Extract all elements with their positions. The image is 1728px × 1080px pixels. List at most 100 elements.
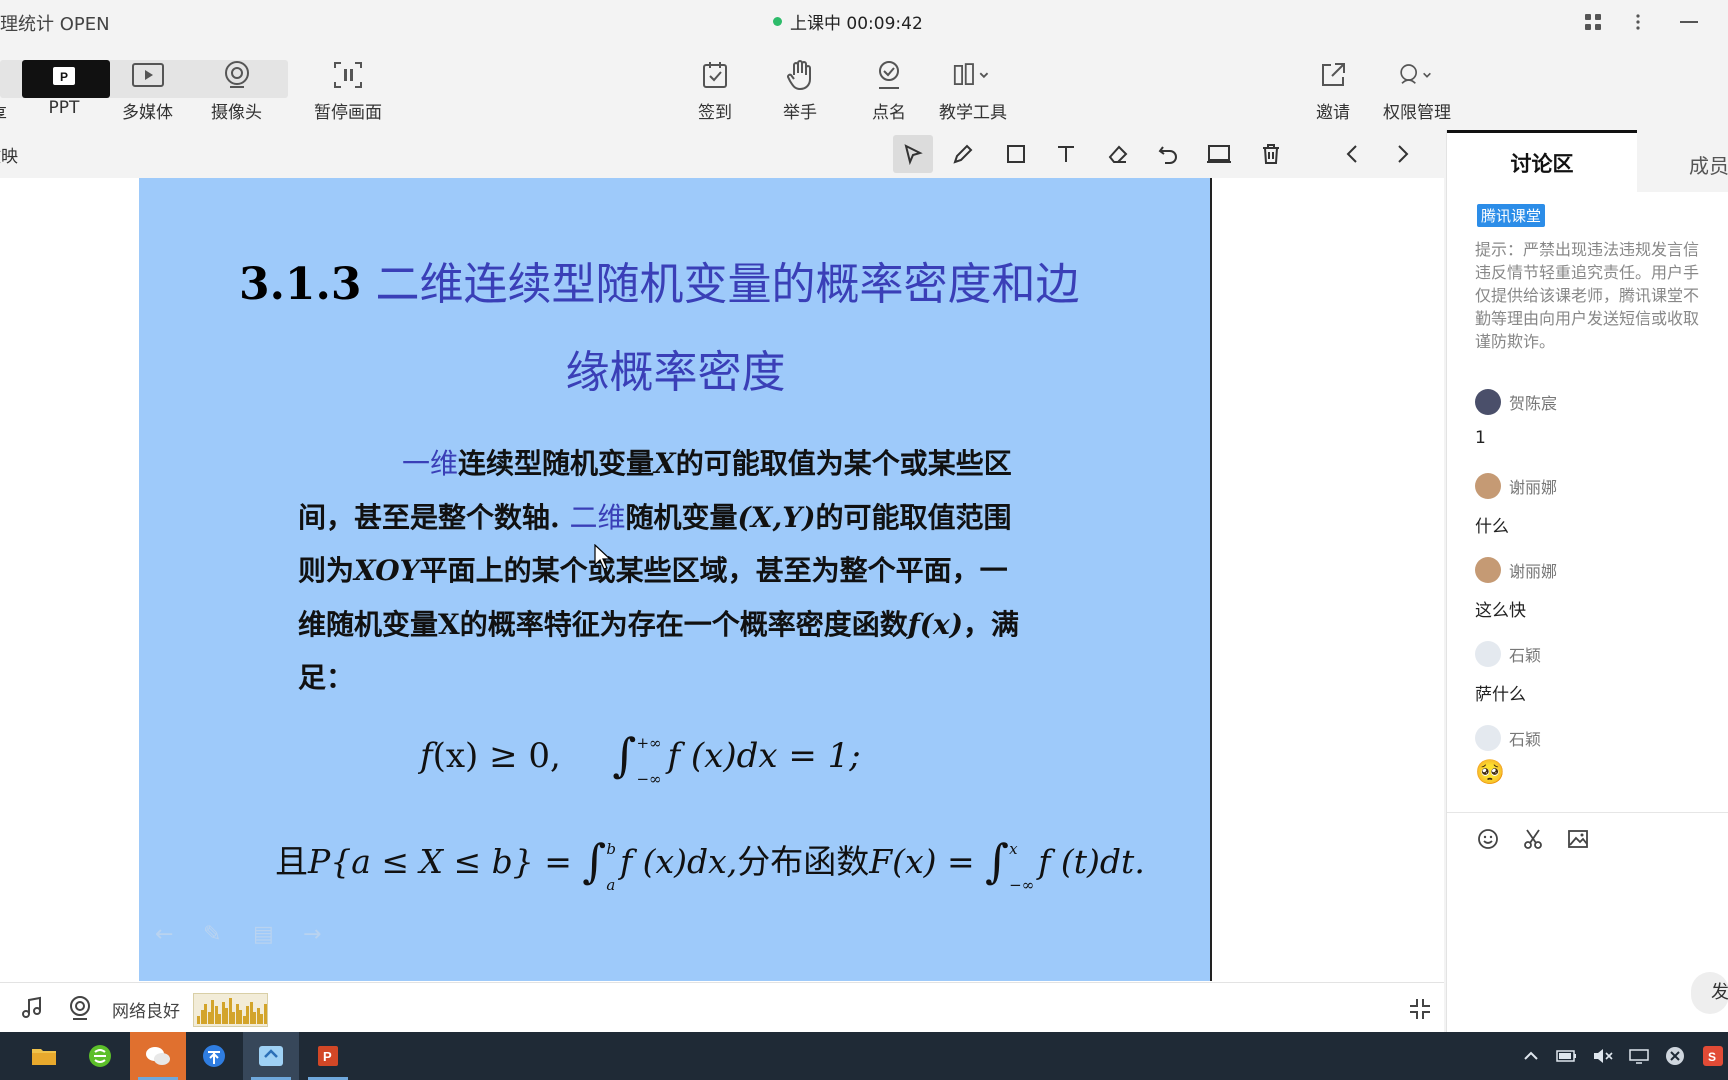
tab-discussion[interactable]: 讨论区 <box>1447 130 1637 192</box>
ppt-tab[interactable]: P PPT <box>44 62 84 118</box>
minimize-icon[interactable] <box>1674 8 1704 36</box>
taskbar: P S <box>0 1032 1728 1080</box>
pen-tool[interactable] <box>943 135 983 173</box>
chat-message: 谢丽娜 什么 <box>1475 472 1557 537</box>
pause-label: 暂停画面 <box>314 103 382 123</box>
title-bar: 数理统计 OPEN 上课中 00:09:42 <box>0 0 1728 44</box>
message-emoji: 🥺 <box>1475 758 1505 786</box>
message-text: 这么快 <box>1475 601 1526 621</box>
webcam-icon[interactable] <box>67 995 93 1025</box>
share-tab[interactable]: 享 <box>0 100 7 125</box>
rectangle-tool[interactable] <box>996 135 1036 173</box>
text-tool[interactable] <box>1046 135 1086 173</box>
slide-pen-icon[interactable]: ✎ <box>203 922 221 947</box>
roll-call-button[interactable]: 点名 <box>869 56 909 123</box>
camera-icon <box>217 56 257 94</box>
tab-members[interactable]: 成员 <box>1689 150 1728 179</box>
roll-call-label: 点名 <box>872 103 906 123</box>
file-explorer-icon[interactable] <box>16 1032 72 1080</box>
battery-icon[interactable] <box>1554 1044 1580 1068</box>
presentation-stage: 3.1.3 二维连续型随机变量的概率密度和边 缘概率密度 一维连续型随机变量X的可… <box>0 178 1444 982</box>
invite-label: 邀请 <box>1316 103 1350 123</box>
invite-icon <box>1313 56 1353 94</box>
prev-icon <box>1346 145 1357 163</box>
browser-icon[interactable] <box>72 1032 128 1080</box>
avatar[interactable] <box>1475 641 1501 667</box>
permissions-button[interactable]: 权限管理 <box>1383 56 1451 123</box>
slide-back-arrow-icon[interactable]: ← <box>155 922 173 947</box>
live-indicator-icon <box>773 17 782 26</box>
ime-icon[interactable]: S <box>1700 1044 1726 1068</box>
mouse-cursor-icon <box>594 544 612 570</box>
eraser-icon <box>1108 145 1128 163</box>
avatar[interactable] <box>1475 557 1501 583</box>
slide-title-text: 二维连续型随机变量的概率密度和边 <box>375 259 1080 310</box>
invite-button[interactable]: 邀请 <box>1313 56 1353 123</box>
powerpoint-icon[interactable]: P <box>300 1032 356 1080</box>
slide-forward-arrow-icon[interactable]: → <box>303 922 321 947</box>
signin-label: 签到 <box>698 103 732 123</box>
pause-screen-button[interactable]: 暂停画面 <box>314 56 382 123</box>
volume-muted-icon[interactable] <box>1590 1044 1616 1068</box>
teaching-tools-button[interactable]: 教学工具 <box>939 56 1007 123</box>
network-icon[interactable] <box>1626 1044 1652 1068</box>
image-icon[interactable] <box>1563 824 1593 854</box>
layout-grid-icon[interactable] <box>1578 8 1608 36</box>
chat-message: 石颖 萨什么 <box>1475 640 1541 705</box>
pointer-tool[interactable] <box>893 135 933 173</box>
signin-button[interactable]: 签到 <box>695 56 735 123</box>
avatar[interactable] <box>1475 725 1501 751</box>
trash-icon <box>1263 144 1279 164</box>
undo-icon <box>1158 146 1177 164</box>
clear-tool[interactable] <box>1251 135 1291 173</box>
camera-tab[interactable]: 摄像头 <box>211 56 262 123</box>
network-quality-graph <box>193 993 268 1027</box>
pen-icon <box>953 144 973 164</box>
error-icon[interactable] <box>1662 1044 1688 1068</box>
discussion-panel: 讨论区 成员 腾讯课堂 提示：严禁出现违法违规发言信 违反情节轻重追究责任。用户… <box>1446 130 1728 1032</box>
app-tray-icon[interactable] <box>186 1032 242 1080</box>
next-icon <box>1398 145 1409 163</box>
raise-hand-button[interactable]: 举手 <box>780 56 820 123</box>
next-slide-button[interactable] <box>1383 135 1423 173</box>
whiteboard-tool[interactable] <box>1199 135 1239 173</box>
svg-text:S: S <box>1708 1050 1716 1064</box>
slide-menu-icon[interactable]: ▤ <box>253 922 274 947</box>
message-author: 谢丽娜 <box>1509 478 1558 497</box>
media-tab[interactable]: 多媒体 <box>122 56 173 123</box>
ppt-label: PPT <box>48 98 80 118</box>
svg-text:P: P <box>323 1049 332 1064</box>
more-menu-icon[interactable] <box>1623 8 1653 36</box>
slide-text-line5: 足： <box>298 661 355 694</box>
presentation-mode-label: 放映 <box>0 147 18 167</box>
permissions-label: 权限管理 <box>1383 103 1451 123</box>
tools-icon <box>953 56 993 94</box>
undo-tool[interactable] <box>1148 135 1188 173</box>
prev-slide-button[interactable] <box>1332 135 1372 173</box>
main-toolbar: 享 P PPT 多媒体 摄像头 暂停画面 签到 举手 <box>0 44 1728 130</box>
chat-message: 谢丽娜 这么快 <box>1475 556 1557 621</box>
message-author: 石颖 <box>1509 646 1542 665</box>
message-text: 萨什么 <box>1475 685 1526 705</box>
tray-expand-icon[interactable] <box>1518 1044 1544 1068</box>
panel-tabs: 讨论区 成员 <box>1447 130 1728 192</box>
notice-text: 提示：严禁出现违法违规发言信 违反情节轻重追究责任。用户手 仅提供给该课老师，腾… <box>1475 240 1700 351</box>
emoji-icon[interactable] <box>1473 824 1503 854</box>
send-button[interactable]: 发 <box>1691 972 1728 1014</box>
rollcall-icon <box>869 56 909 94</box>
avatar[interactable] <box>1475 389 1501 415</box>
brand-badge: 腾讯课堂 <box>1477 204 1546 227</box>
wechat-icon[interactable] <box>130 1032 186 1080</box>
tencent-classroom-icon[interactable] <box>243 1032 299 1080</box>
divider <box>1447 812 1728 813</box>
scissors-icon[interactable] <box>1518 824 1548 854</box>
collapse-icon[interactable] <box>1408 997 1432 1025</box>
eraser-tool[interactable] <box>1098 135 1138 173</box>
music-icon[interactable] <box>20 996 44 1024</box>
slide-text-line4: 维随机变量X的概率特征为存在一个概率密度函数f(x)，满 <box>298 608 1020 641</box>
ppt-slide[interactable]: 3.1.3 二维连续型随机变量的概率密度和边 缘概率密度 一维连续型随机变量X的可… <box>139 178 1212 981</box>
network-status: 网络良好 <box>112 1002 180 1022</box>
avatar[interactable] <box>1475 473 1501 499</box>
play-icon <box>128 56 168 94</box>
slide-text-line3: 则为XOY平面上的某个或某些区域，甚至为整个平面，一 <box>298 554 1008 587</box>
